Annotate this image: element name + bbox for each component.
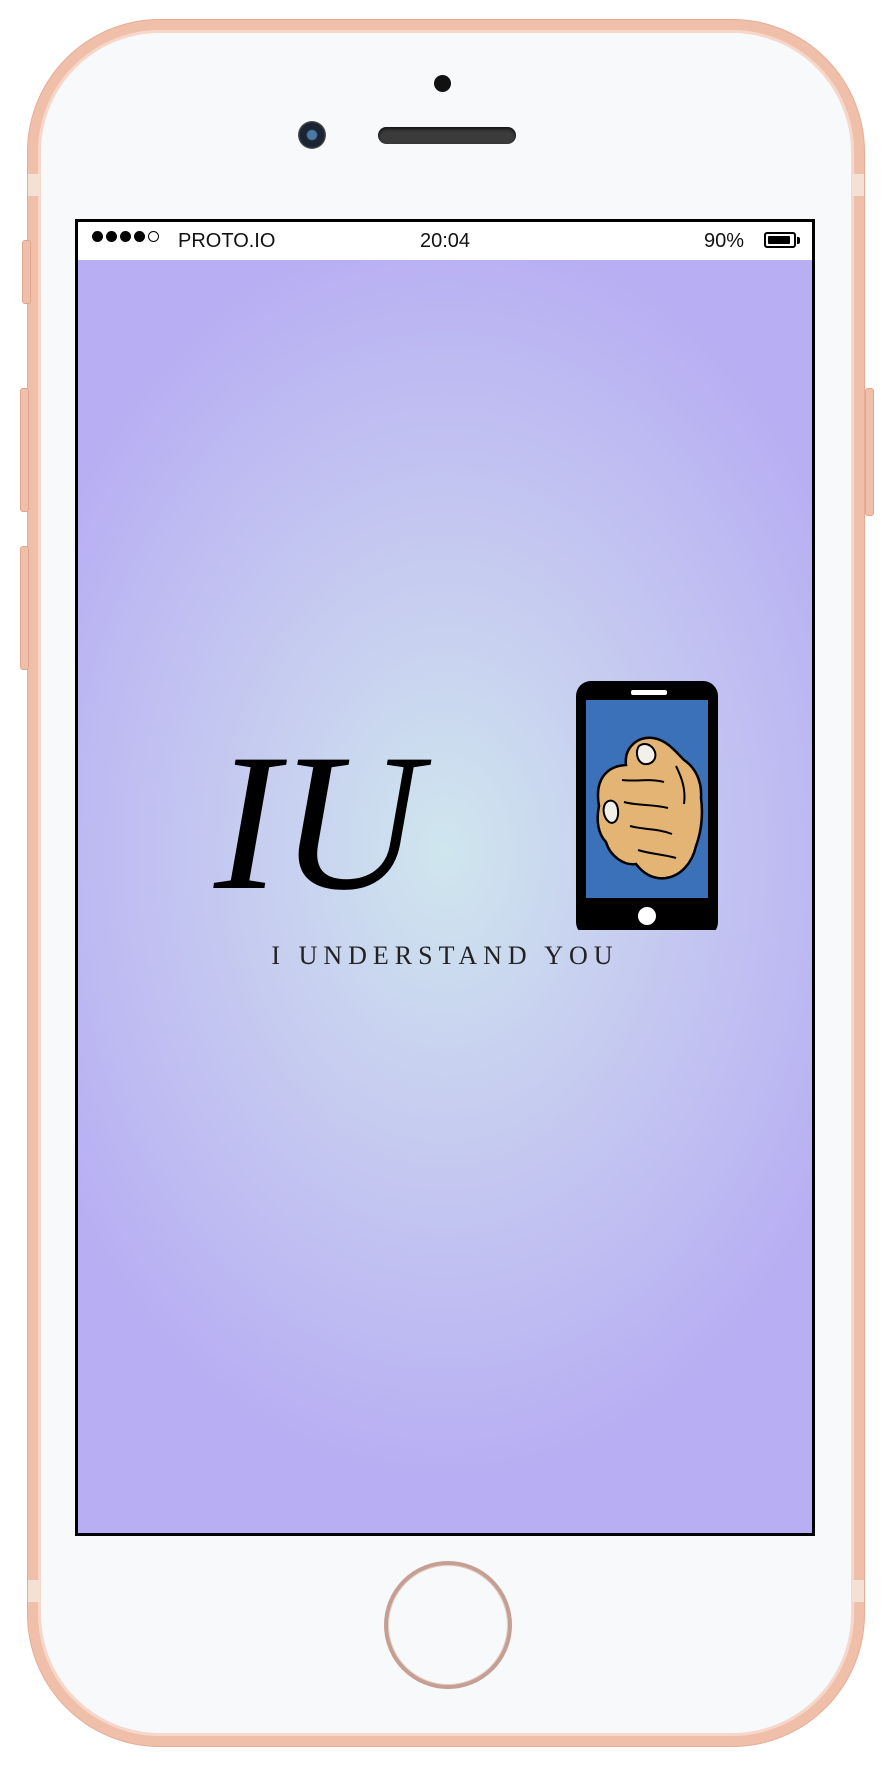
power-button [865, 388, 874, 516]
status-bar: PROTO.IO 20:04 90% [78, 222, 812, 260]
battery-tip [797, 237, 800, 244]
status-time: 20:04 [419, 230, 471, 252]
battery-percentage: 90% [703, 230, 744, 252]
battery-icon [764, 232, 796, 248]
home-button[interactable] [384, 1561, 512, 1689]
camera-lens-icon [298, 121, 326, 149]
antenna-band [852, 1580, 864, 1602]
silent-switch [22, 240, 31, 304]
app-logo: IU [213, 681, 718, 930]
front-camera-icon [434, 75, 451, 92]
volume-up-button [20, 388, 29, 512]
earpiece-speaker [378, 127, 516, 144]
antenna-band [852, 174, 864, 196]
volume-down-button [20, 546, 29, 670]
app-tagline: I UNDERSTAND YOU [271, 941, 619, 970]
antenna-band [28, 174, 40, 196]
app-screen: PROTO.IO 20:04 90% IU I UNDERSTAND YOU [75, 219, 815, 1536]
logo-letters: IU [213, 714, 432, 930]
antenna-band [28, 1580, 40, 1602]
battery-level-fill [768, 236, 790, 244]
